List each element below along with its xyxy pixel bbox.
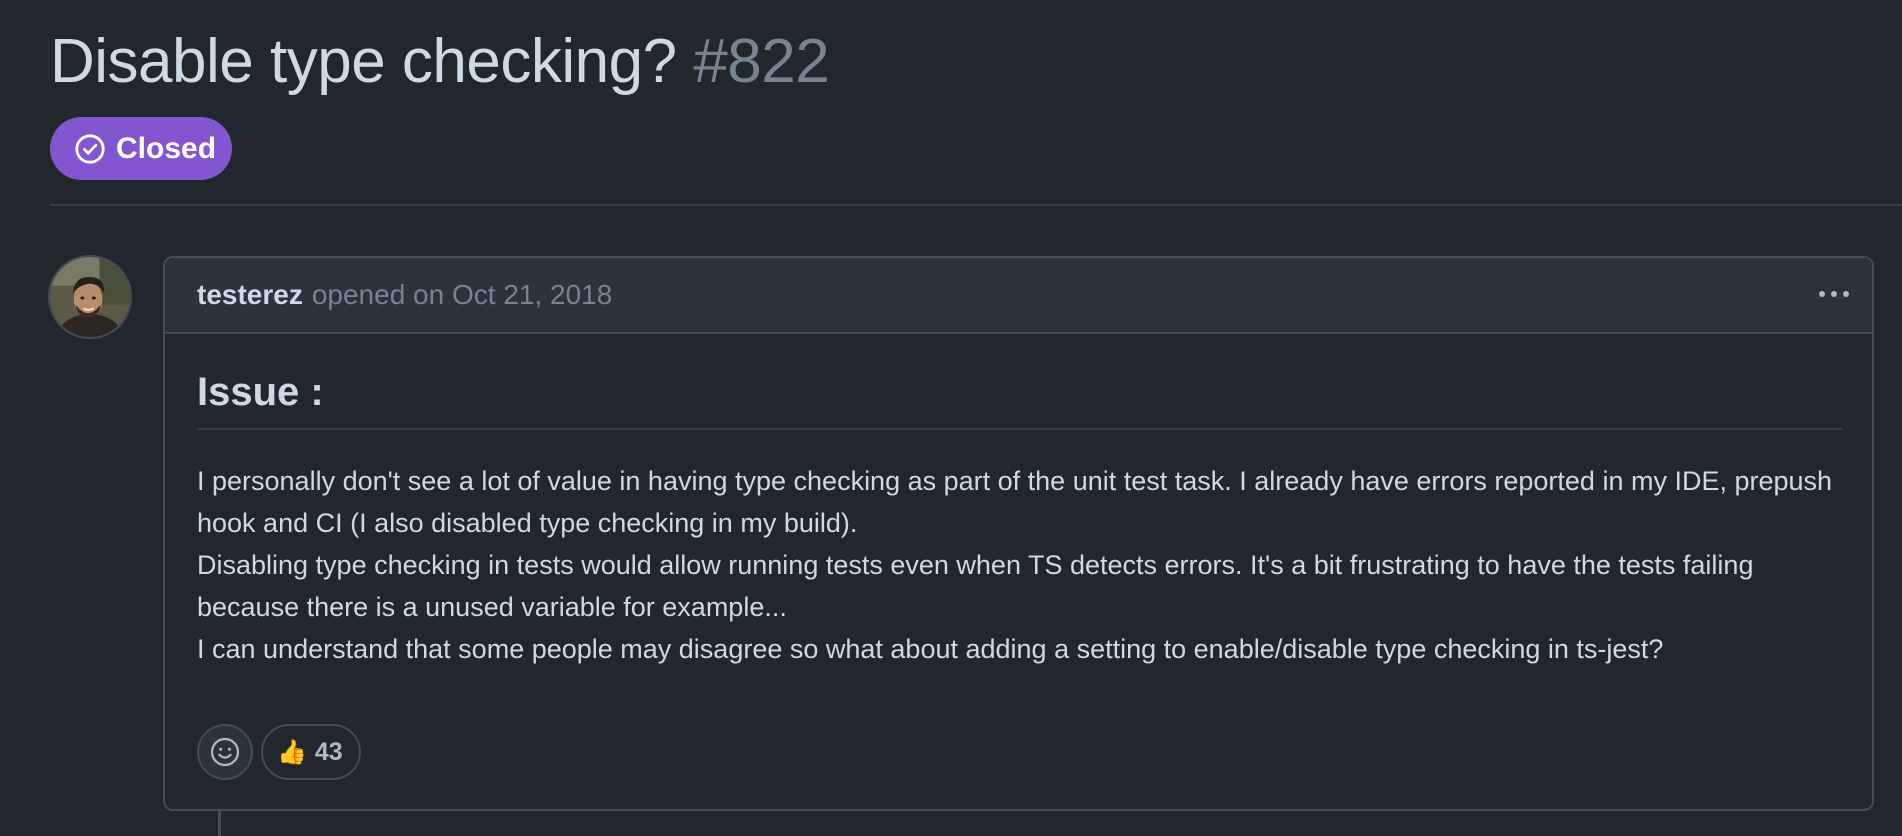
header-divider: [50, 204, 1902, 206]
comment-paragraph: I personally don't see a lot of value in…: [197, 466, 1833, 538]
comment-text: I personally don't see a lot of value in…: [197, 460, 1842, 670]
comment-paragraph: Disabling type checking in tests would a…: [197, 550, 1754, 622]
smiley-icon: [210, 737, 240, 767]
issue-title-text: Disable type checking?: [50, 27, 677, 96]
comment-paragraph: I can understand that some people may di…: [197, 634, 1664, 664]
comment-options-kebab-icon[interactable]: [1814, 276, 1854, 312]
author-avatar[interactable]: [48, 255, 132, 339]
check-circle-icon: [75, 133, 105, 164]
kebab-dot: [1843, 291, 1849, 297]
kebab-dot: [1819, 291, 1825, 297]
issue-number: #822: [693, 27, 830, 96]
issue-comment: testerez opened on Oct 21, 2018 Issue : …: [163, 256, 1874, 811]
reactions-bar: 👍 43: [197, 724, 361, 780]
thumbs-up-reaction-button[interactable]: 👍 43: [261, 724, 361, 780]
reaction-count: 43: [314, 737, 343, 766]
issue-page: Disable type checking? #822 Closed teste…: [0, 0, 1902, 836]
comment-heading: Issue :: [197, 368, 1842, 430]
timeline-connector: [218, 808, 221, 836]
kebab-dot: [1831, 291, 1837, 297]
issue-state-label: Closed: [116, 131, 217, 165]
add-reaction-button[interactable]: [197, 724, 253, 780]
thumbs-up-icon: 👍: [277, 738, 307, 766]
comment-timestamp[interactable]: opened on Oct 21, 2018: [312, 279, 612, 311]
issue-title: Disable type checking? #822: [50, 20, 830, 104]
issue-state-badge: Closed: [50, 117, 232, 180]
comment-body: Issue : I personally don't see a lot of …: [197, 368, 1842, 670]
avatar-image: [50, 257, 130, 337]
comment-author-link[interactable]: testerez: [197, 279, 303, 311]
comment-header: testerez opened on Oct 21, 2018: [165, 258, 1872, 334]
